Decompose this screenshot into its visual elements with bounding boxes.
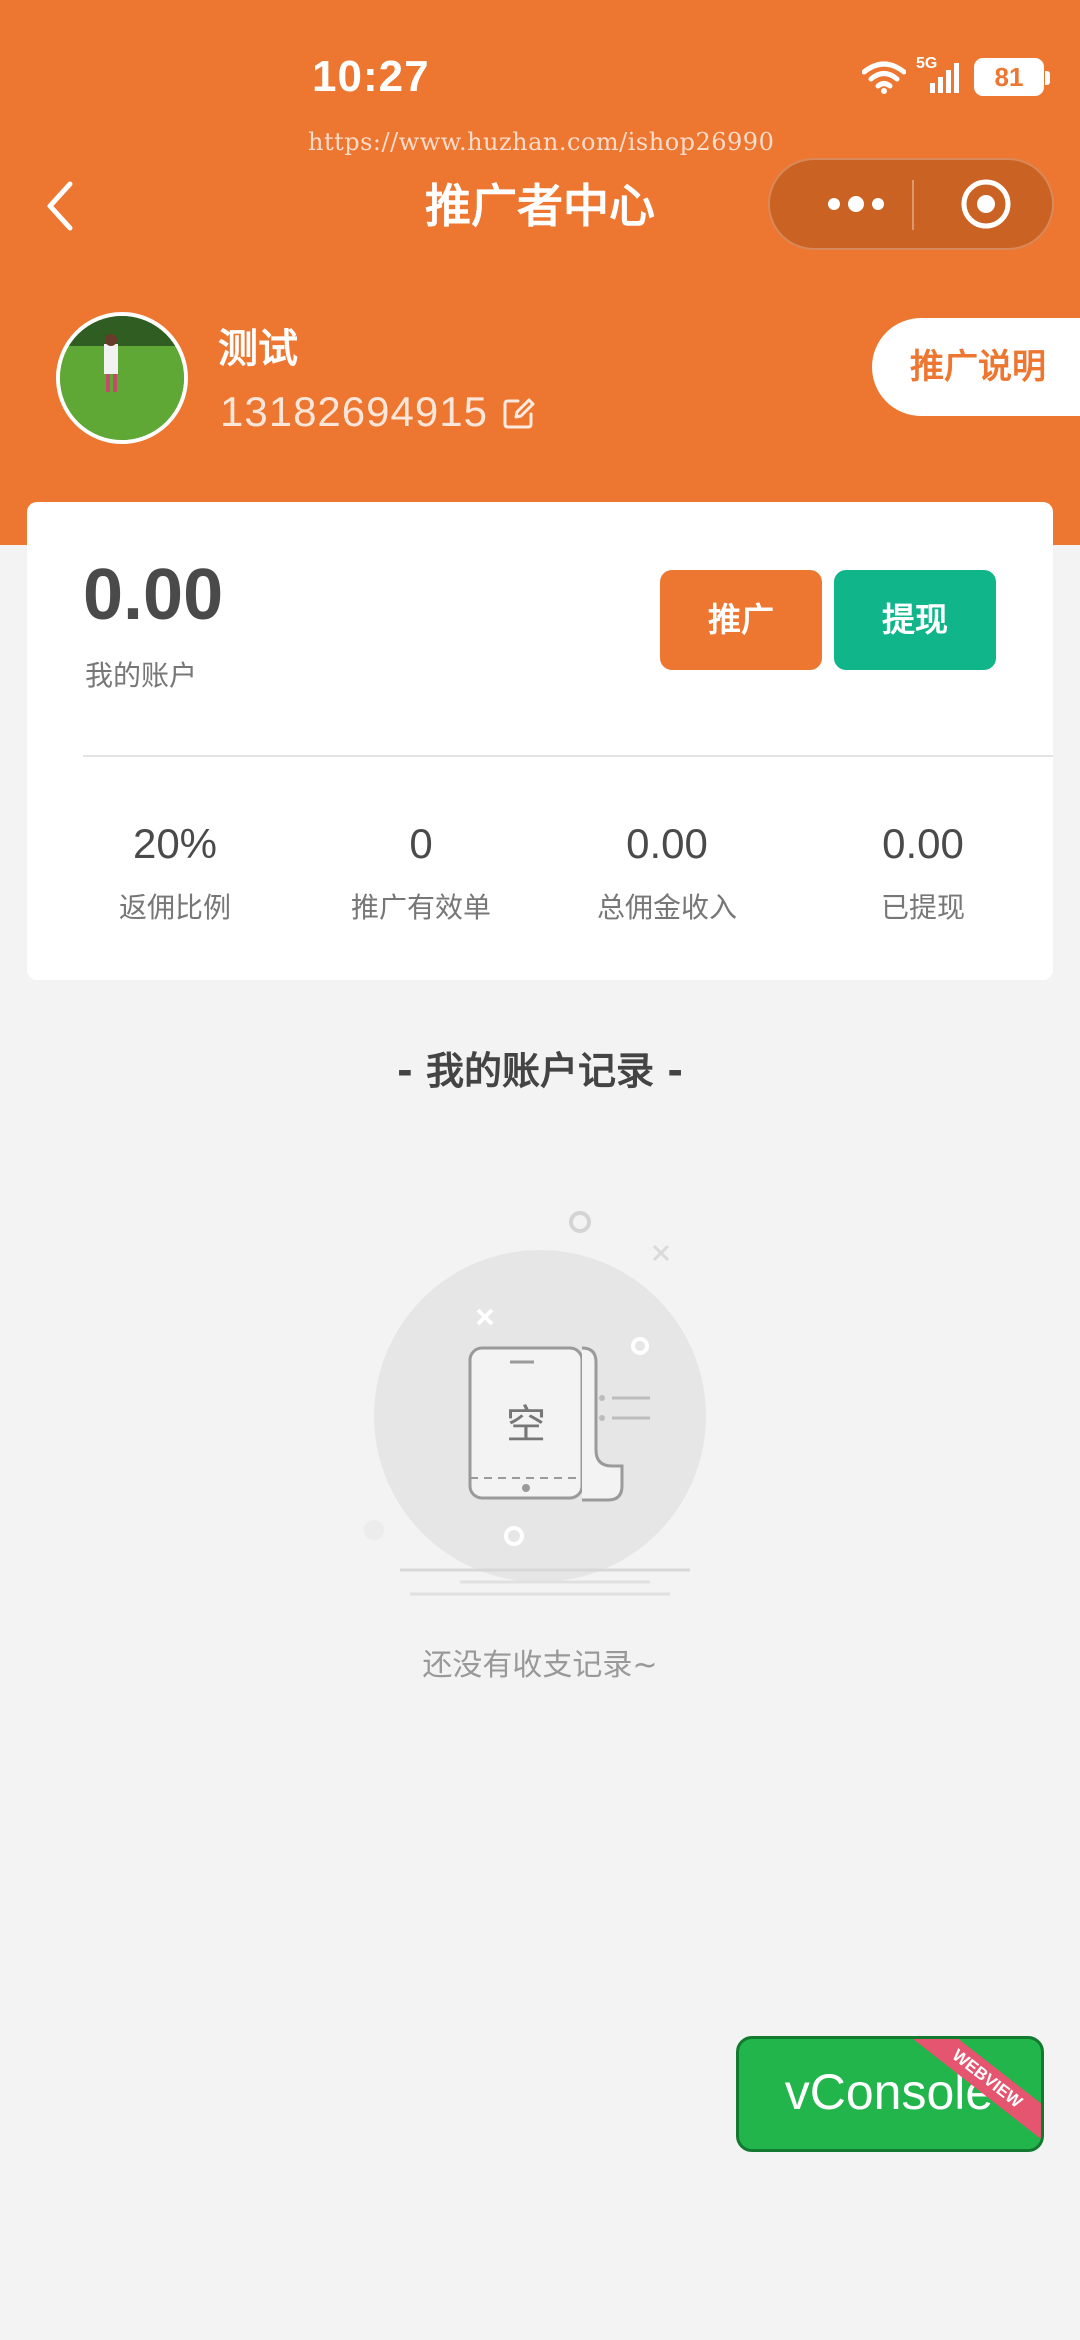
- stat-value: 0: [409, 820, 433, 867]
- status-icons: 5G 81: [862, 55, 1050, 96]
- stat-commission-rate: 20% 返佣比例: [65, 820, 285, 926]
- stat-value: 20%: [132, 820, 218, 867]
- avatar[interactable]: [56, 312, 188, 444]
- mini-program-capsule: [768, 158, 1054, 250]
- withdraw-button[interactable]: 提现: [834, 570, 996, 670]
- stat-label: 返佣比例: [118, 891, 231, 924]
- stat-label: 推广有效单: [350, 891, 491, 924]
- more-options-icon[interactable]: [810, 182, 910, 226]
- stat-value: 0.00: [626, 820, 708, 867]
- vconsole-button[interactable]: vConsole WEBVIEW: [736, 2036, 1044, 2152]
- signal-icon: 5G: [916, 55, 964, 95]
- watermark-text: https://www.huzhan.com/ishop26990: [308, 128, 775, 156]
- stat-valid-orders: 0 推广有效单: [311, 820, 531, 926]
- stat-withdrawn: 0.00 已提现: [813, 820, 1033, 926]
- account-balance-label: 我的账户: [85, 659, 198, 692]
- edit-icon[interactable]: [502, 396, 536, 430]
- promote-button[interactable]: 推广: [660, 570, 822, 670]
- card-divider: [83, 755, 1053, 757]
- capsule-divider: [912, 180, 914, 230]
- battery-indicator: 81: [974, 58, 1050, 96]
- stat-label: 总佣金收入: [596, 891, 737, 924]
- avatar-photo: [60, 316, 184, 440]
- wifi-icon: [862, 61, 906, 94]
- status-time: 10:27: [312, 52, 430, 101]
- account-card: 0.00 我的账户 推广 提现 20% 返佣比例 0 推广有效单 0.00 总佣…: [27, 502, 1053, 980]
- stat-value: 0.00: [882, 820, 964, 867]
- records-section-title: - 我的账户记录 -: [396, 1049, 683, 1093]
- empty-icon-char: 空: [506, 1402, 546, 1448]
- empty-records-illustration: 空: [364, 1211, 706, 1596]
- stat-total-commission: 0.00 总佣金收入: [557, 820, 777, 926]
- close-miniprogram-icon[interactable]: [960, 178, 1012, 230]
- stat-label: 已提现: [880, 891, 965, 924]
- empty-records-text: 还没有收支记录~: [422, 1648, 658, 1683]
- user-phone: 13182694915: [220, 388, 488, 435]
- account-balance: 0.00: [83, 555, 224, 635]
- promotion-guide-button[interactable]: 推广说明: [872, 318, 1080, 416]
- user-name: 测试: [218, 326, 298, 372]
